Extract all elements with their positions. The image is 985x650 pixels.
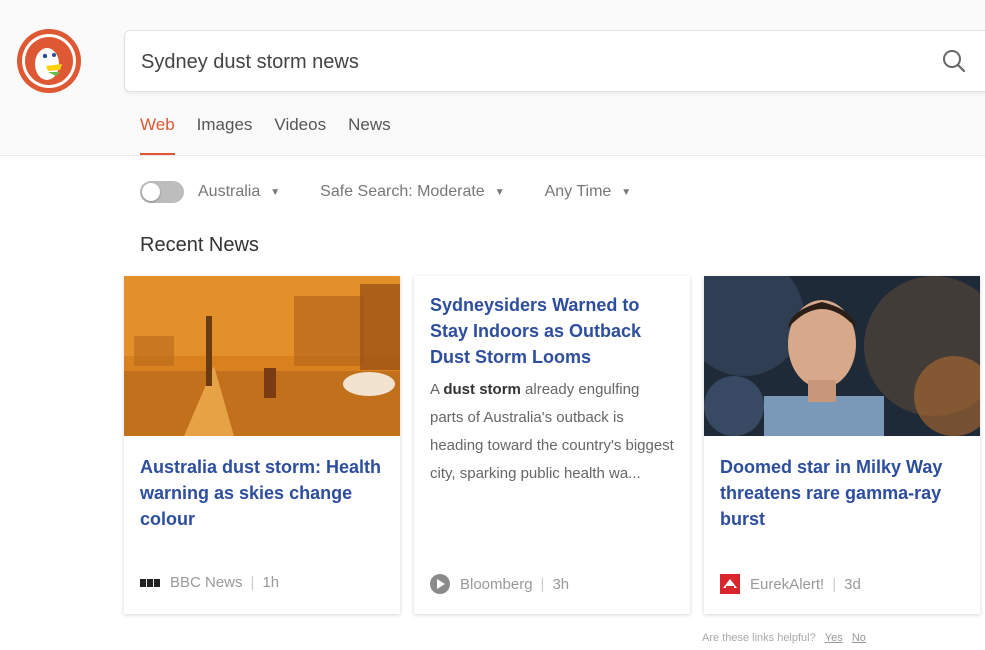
filter-bar: Australia ▼ Safe Search: Moderate ▼ Any … bbox=[140, 178, 671, 206]
tab-images[interactable]: Images bbox=[197, 112, 253, 155]
news-card[interactable]: Sydneysiders Warned to Stay Indoors as O… bbox=[414, 276, 690, 614]
feedback-no-link[interactable]: No bbox=[852, 632, 866, 644]
caret-down-icon: ▼ bbox=[494, 186, 505, 198]
news-title[interactable]: Sydneysiders Warned to Stay Indoors as O… bbox=[430, 292, 676, 370]
bloomberg-logo-icon bbox=[430, 574, 450, 594]
tab-news[interactable]: News bbox=[348, 112, 391, 155]
news-snippet: A dust storm already engulfing parts of … bbox=[430, 376, 676, 488]
time-label: Any Time bbox=[544, 183, 612, 200]
safe-search-dropdown[interactable]: Safe Search: Moderate ▼ bbox=[320, 183, 504, 201]
news-source: Bloomberg bbox=[460, 575, 533, 593]
eurekalert-logo-icon bbox=[720, 574, 740, 594]
meta-separator: | bbox=[250, 574, 255, 591]
news-thumbnail bbox=[124, 276, 400, 436]
safe-search-label: Safe Search: Moderate bbox=[320, 183, 485, 200]
news-source: EurekAlert! bbox=[750, 575, 825, 593]
news-meta: Bloomberg | 3h bbox=[430, 574, 569, 594]
region-label: Australia bbox=[198, 183, 261, 200]
section-title: Recent News bbox=[140, 234, 259, 256]
snippet-text: A bbox=[430, 381, 444, 398]
toggle-knob bbox=[142, 183, 160, 201]
news-title[interactable]: Doomed star in Milky Way threatens rare … bbox=[720, 454, 966, 532]
news-source: BBC News bbox=[170, 574, 243, 591]
tab-videos[interactable]: Videos bbox=[274, 112, 326, 155]
caret-down-icon: ▼ bbox=[621, 186, 632, 198]
search-button[interactable] bbox=[937, 44, 971, 78]
news-meta: BBC News | 1h bbox=[140, 574, 279, 591]
news-card[interactable]: Doomed star in Milky Way threatens rare … bbox=[704, 276, 980, 614]
news-card[interactable]: Australia dust storm: Health warning as … bbox=[124, 276, 400, 614]
news-thumbnail bbox=[704, 276, 980, 436]
news-age: 3d bbox=[844, 575, 861, 593]
tab-web[interactable]: Web bbox=[140, 112, 175, 155]
meta-separator: | bbox=[540, 575, 545, 593]
news-age: 1h bbox=[262, 574, 280, 591]
feedback-question: Are these links helpful? bbox=[702, 632, 816, 644]
search-input[interactable] bbox=[139, 31, 903, 93]
duckduckgo-logo[interactable] bbox=[16, 28, 82, 94]
snippet-highlight: dust storm bbox=[443, 381, 521, 398]
feedback-prompt: Are these links helpful? Yes No bbox=[702, 632, 866, 644]
meta-separator: | bbox=[832, 575, 837, 593]
news-meta: EurekAlert! | 3d bbox=[720, 574, 861, 594]
bbc-logo-icon bbox=[140, 578, 160, 587]
region-dropdown[interactable]: Australia ▼ bbox=[198, 183, 280, 201]
feedback-yes-link[interactable]: Yes bbox=[825, 632, 843, 644]
search-bar bbox=[124, 30, 985, 93]
time-dropdown[interactable]: Any Time ▼ bbox=[545, 183, 632, 201]
news-title[interactable]: Australia dust storm: Health warning as … bbox=[140, 454, 386, 532]
caret-down-icon: ▼ bbox=[270, 186, 281, 198]
search-icon bbox=[943, 50, 966, 73]
region-toggle[interactable] bbox=[140, 181, 184, 203]
news-age: 3h bbox=[552, 575, 570, 593]
search-tabs: Web Images Videos News bbox=[140, 112, 413, 155]
